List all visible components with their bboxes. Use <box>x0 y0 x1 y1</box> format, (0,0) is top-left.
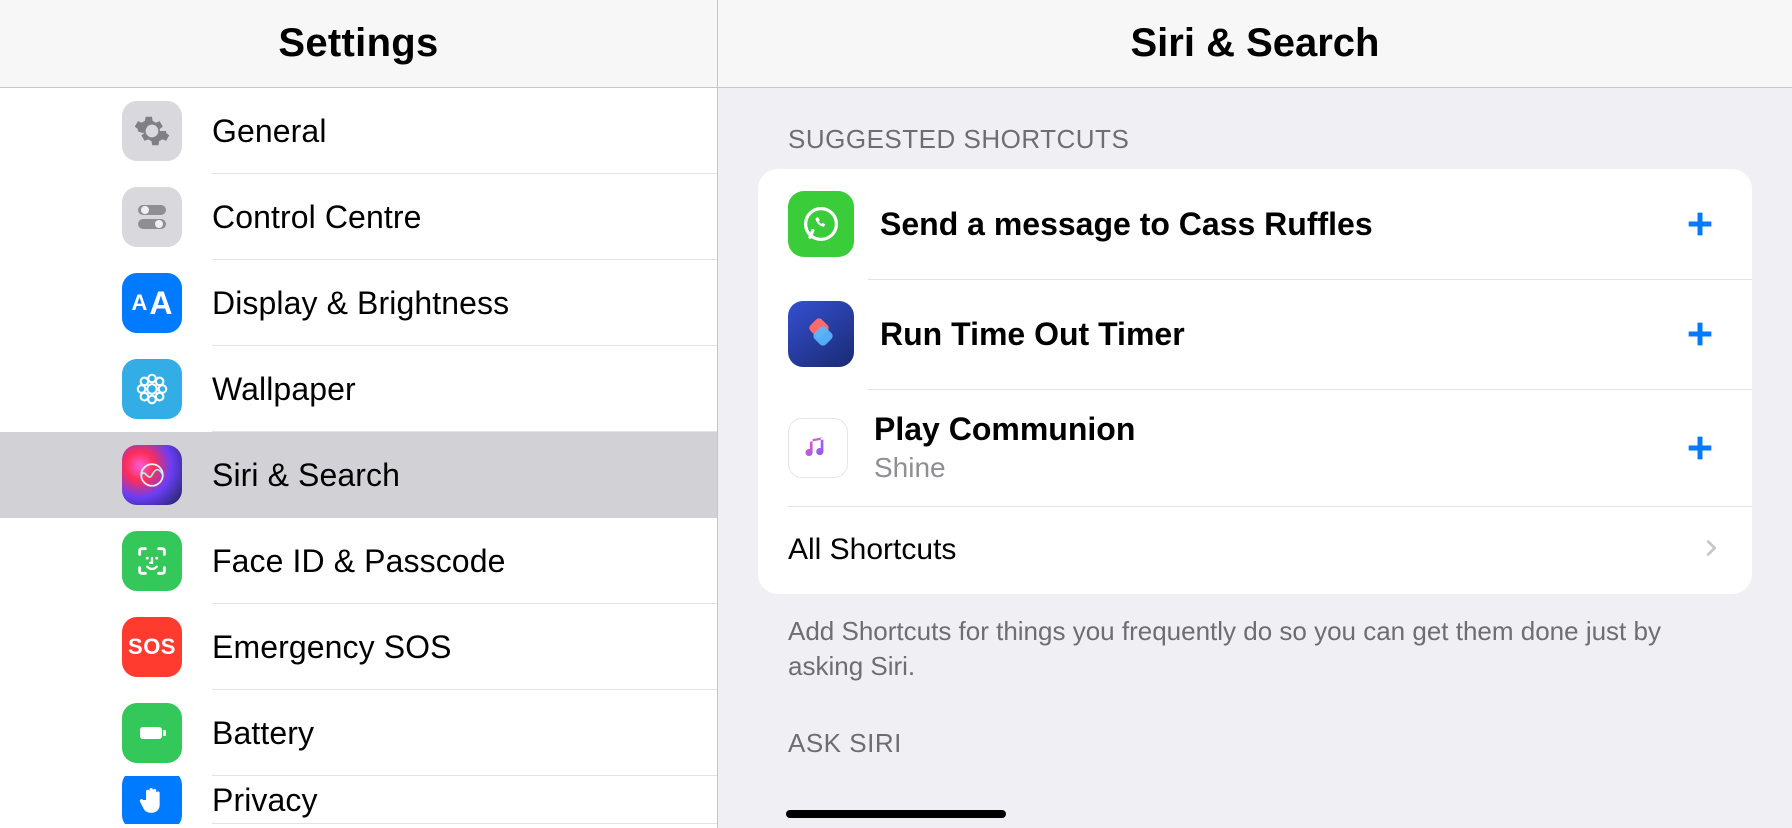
shortcut-title: Play Communion <box>874 411 1678 448</box>
detail-header: Siri & Search <box>718 0 1792 88</box>
siri-icon <box>122 445 182 505</box>
sidebar-item-label: Control Centre <box>212 199 422 236</box>
detail-title: Siri & Search <box>1130 21 1379 66</box>
toggles-icon <box>122 187 182 247</box>
sidebar-item-label: General <box>212 113 327 150</box>
add-shortcut-button[interactable] <box>1678 202 1722 246</box>
hand-icon <box>122 776 182 824</box>
shortcut-row-send-message[interactable]: Send a message to Cass Ruffles <box>758 169 1752 279</box>
suggested-shortcuts-card: Send a message to Cass Ruffles Run Time … <box>758 169 1752 594</box>
sidebar-item-emergency-sos[interactable]: SOS Emergency SOS <box>122 604 717 690</box>
flower-icon <box>122 359 182 419</box>
settings-sidebar: Settings General Control Centre AA Displ… <box>0 0 718 828</box>
section-header-suggested-shortcuts: SUGGESTED SHORTCUTS <box>788 124 1752 155</box>
section-header-ask-siri: ASK SIRI <box>788 728 1752 759</box>
shortcut-subtitle: Shine <box>874 452 1678 484</box>
home-indicator[interactable] <box>786 810 1006 818</box>
sidebar-item-label: Face ID & Passcode <box>212 543 506 580</box>
sidebar-item-label: Emergency SOS <box>212 629 452 666</box>
sidebar-item-privacy[interactable]: Privacy <box>122 776 717 824</box>
sidebar-item-label: Battery <box>212 715 314 752</box>
section-footer-text: Add Shortcuts for things you frequently … <box>788 614 1722 684</box>
shortcut-row-play-communion[interactable]: Play Communion Shine <box>758 389 1752 506</box>
text-size-icon: AA <box>122 273 182 333</box>
shortcut-title: Run Time Out Timer <box>880 316 1678 353</box>
sidebar-item-label: Privacy <box>212 782 318 819</box>
apple-music-icon <box>788 418 848 478</box>
whatsapp-icon <box>788 191 854 257</box>
sidebar-item-general[interactable]: General <box>122 88 717 174</box>
chevron-right-icon <box>1700 537 1722 564</box>
sidebar-header: Settings <box>0 0 717 88</box>
shortcut-row-time-out-timer[interactable]: Run Time Out Timer <box>758 279 1752 389</box>
sidebar-item-face-id-passcode[interactable]: Face ID & Passcode <box>122 518 717 604</box>
all-shortcuts-row[interactable]: All Shortcuts <box>758 506 1752 594</box>
detail-pane: Siri & Search SUGGESTED SHORTCUTS Send a… <box>718 0 1792 828</box>
add-shortcut-button[interactable] <box>1678 426 1722 470</box>
sidebar-item-label: Wallpaper <box>212 371 356 408</box>
detail-body[interactable]: SUGGESTED SHORTCUTS Send a message to Ca… <box>718 88 1792 828</box>
sidebar-item-siri-search[interactable]: Siri & Search <box>0 432 717 518</box>
sidebar-item-battery[interactable]: Battery <box>122 690 717 776</box>
shortcut-title: Send a message to Cass Ruffles <box>880 206 1678 243</box>
add-shortcut-button[interactable] <box>1678 312 1722 356</box>
sidebar-item-label: Display & Brightness <box>212 285 509 322</box>
battery-icon <box>122 703 182 763</box>
face-id-icon <box>122 531 182 591</box>
sidebar-item-wallpaper[interactable]: Wallpaper <box>122 346 717 432</box>
sidebar-item-display-brightness[interactable]: AA Display & Brightness <box>122 260 717 346</box>
shortcuts-icon <box>788 301 854 367</box>
sidebar-item-control-centre[interactable]: Control Centre <box>122 174 717 260</box>
gear-icon <box>122 101 182 161</box>
sos-icon: SOS <box>122 617 182 677</box>
sidebar-item-label: Siri & Search <box>212 457 400 494</box>
all-shortcuts-label: All Shortcuts <box>788 533 1700 567</box>
sidebar-title: Settings <box>278 21 438 66</box>
sidebar-list[interactable]: General Control Centre AA Display & Brig… <box>0 88 717 828</box>
